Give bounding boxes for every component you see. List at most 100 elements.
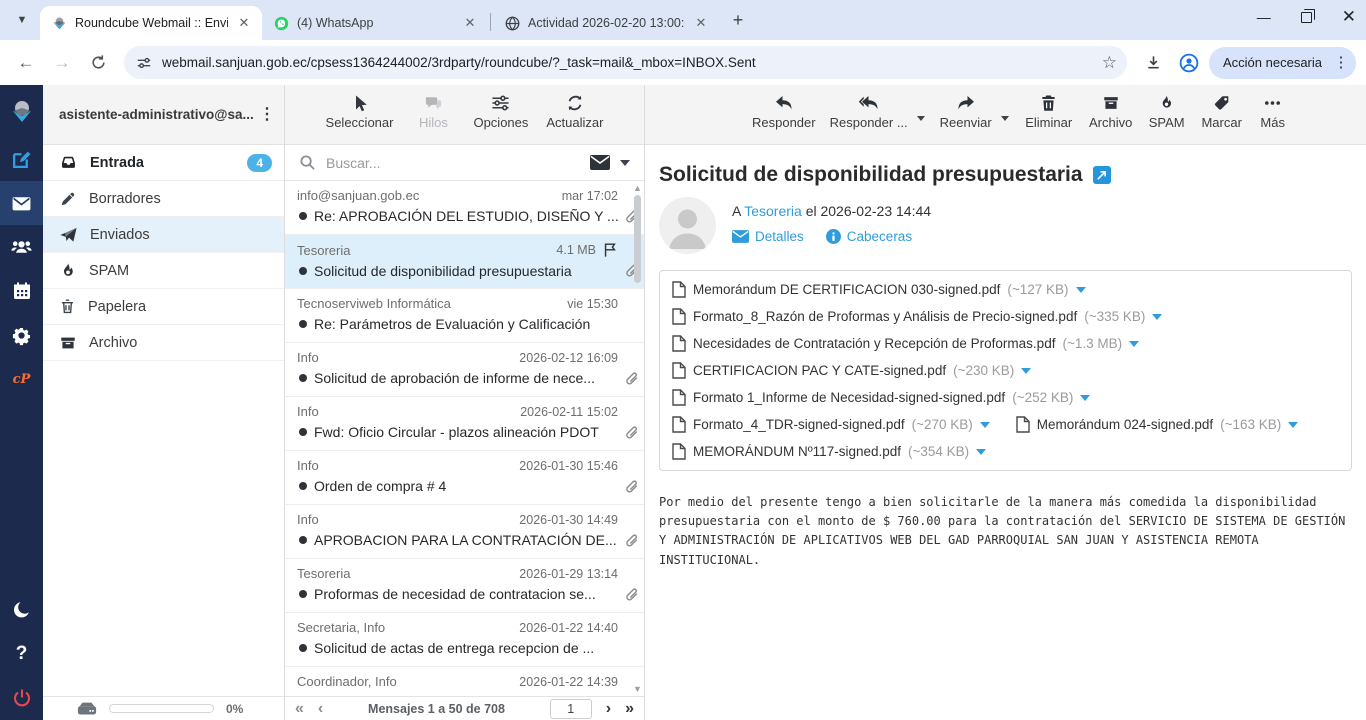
reply-all-dropdown-icon[interactable] bbox=[917, 116, 925, 121]
tab-close-icon[interactable]: ✕ bbox=[462, 15, 478, 31]
open-in-new-window-icon[interactable] bbox=[1093, 166, 1111, 184]
attachment-item[interactable]: Memorándum 024-signed.pdf (~163 KB) bbox=[1016, 416, 1299, 433]
calendar-icon[interactable] bbox=[0, 269, 43, 313]
action-needed-chip[interactable]: Acción necesaria ⋮ bbox=[1209, 47, 1356, 79]
scroll-up-icon[interactable]: ▲ bbox=[633, 183, 642, 193]
address-bar[interactable]: webmail.sanjuan.gob.ec/cpsess1364244002/… bbox=[124, 46, 1127, 79]
select-button[interactable]: Seleccionar bbox=[319, 94, 401, 130]
message-row[interactable]: Tesoreria2026-01-29 13:14 Proformas de n… bbox=[285, 559, 644, 613]
forward-button[interactable]: → bbox=[46, 47, 78, 79]
next-page-icon[interactable]: › bbox=[606, 701, 611, 717]
message-row[interactable]: Tecnoserviweb Informáticavie 15:30 Re: P… bbox=[285, 289, 644, 343]
message-row-selected[interactable]: Tesoreria 4.1 MB Solicitud de disponibil… bbox=[285, 235, 644, 289]
attachment-menu-icon[interactable] bbox=[980, 422, 990, 428]
message-sender: Coordinador, Info bbox=[297, 674, 513, 689]
mail-icon[interactable] bbox=[0, 181, 43, 225]
attachment-menu-icon[interactable] bbox=[1080, 395, 1090, 401]
sender-avatar bbox=[659, 197, 716, 254]
scrollbar-thumb[interactable] bbox=[634, 195, 641, 283]
message-row[interactable]: Secretaria, Info2026-01-22 14:40 Solicit… bbox=[285, 613, 644, 667]
folders-menu-icon[interactable]: ⋮ bbox=[258, 107, 276, 123]
downloads-icon[interactable] bbox=[1137, 47, 1169, 79]
details-label: Detalles bbox=[755, 229, 804, 244]
tab-search-button[interactable]: ▼ bbox=[8, 6, 36, 34]
folder-enviados[interactable]: Enviados bbox=[43, 217, 284, 253]
forward-dropdown-icon[interactable] bbox=[1001, 116, 1009, 121]
close-window-button[interactable]: ✕ bbox=[1342, 7, 1356, 27]
threads-button[interactable]: Hilos bbox=[404, 94, 462, 130]
browser-tab-actividad[interactable]: Actividad 2026-02-20 13:00:00 ✕ bbox=[493, 6, 719, 40]
headers-toggle[interactable]: Cabeceras bbox=[826, 229, 912, 244]
attachment-menu-icon[interactable] bbox=[1129, 341, 1139, 347]
forward-button[interactable]: Reenviar bbox=[933, 94, 999, 130]
compose-icon[interactable] bbox=[0, 137, 43, 181]
message-row[interactable]: info@sanjuan.gob.ecmar 17:02 Re: APROBAC… bbox=[285, 181, 644, 235]
options-button[interactable]: Opciones bbox=[466, 94, 535, 130]
attachment-menu-icon[interactable] bbox=[1152, 314, 1162, 320]
roundcube-logo[interactable] bbox=[0, 85, 43, 137]
search-options-chevron-icon[interactable] bbox=[620, 160, 630, 166]
first-page-icon[interactable]: « bbox=[295, 701, 304, 717]
message-view-panel: Responder Responder ... Reenviar bbox=[645, 85, 1366, 720]
bookmark-star-icon[interactable]: ☆ bbox=[1102, 53, 1117, 73]
details-toggle[interactable]: Detalles bbox=[732, 229, 804, 244]
site-settings-icon[interactable] bbox=[136, 55, 152, 71]
flag-icon[interactable] bbox=[602, 242, 618, 258]
cpanel-icon[interactable]: cP bbox=[0, 357, 43, 401]
refresh-button[interactable]: Actualizar bbox=[539, 94, 610, 130]
recipient-link[interactable]: Tesoreria bbox=[744, 203, 802, 219]
folder-entrada[interactable]: Entrada 4 bbox=[43, 145, 284, 181]
help-icon[interactable]: ? bbox=[0, 632, 43, 676]
attachment-menu-icon[interactable] bbox=[1076, 287, 1086, 293]
message-row[interactable]: Info2026-02-12 16:09 Solicitud de aproba… bbox=[285, 343, 644, 397]
attachment-item[interactable]: Formato_4_TDR-signed-signed.pdf (~270 KB… bbox=[672, 416, 990, 433]
message-row[interactable]: Info2026-01-30 15:46 Orden de compra # 4 bbox=[285, 451, 644, 505]
folder-papelera[interactable]: Papelera bbox=[43, 289, 284, 325]
attachment-item[interactable]: Formato 1_Informe de Necesidad-signed-si… bbox=[672, 389, 1090, 406]
mark-button[interactable]: Marcar bbox=[1193, 94, 1251, 130]
restore-button[interactable] bbox=[1301, 12, 1312, 23]
browser-menu-icon[interactable]: ⋮ bbox=[1332, 55, 1350, 70]
reply-all-button[interactable]: Responder ... bbox=[823, 94, 915, 130]
folder-spam[interactable]: SPAM bbox=[43, 253, 284, 289]
back-button[interactable]: ← bbox=[10, 47, 42, 79]
browser-tab-roundcube[interactable]: Roundcube Webmail :: Enviados ✕ bbox=[40, 6, 262, 40]
minimize-button[interactable]: — bbox=[1257, 9, 1271, 25]
settings-gear-icon[interactable] bbox=[0, 313, 43, 357]
scroll-down-icon[interactable]: ▼ bbox=[633, 684, 642, 694]
reload-button[interactable] bbox=[82, 47, 114, 79]
browser-tab-whatsapp[interactable]: (4) WhatsApp ✕ bbox=[262, 6, 488, 40]
attachment-item[interactable]: Memorándum DE CERTIFICACION 030-signed.p… bbox=[672, 281, 1086, 298]
tab-close-icon[interactable]: ✕ bbox=[236, 15, 252, 31]
reply-button[interactable]: Responder bbox=[745, 94, 823, 130]
last-page-icon[interactable]: » bbox=[625, 701, 634, 717]
new-tab-button[interactable]: + bbox=[725, 7, 751, 33]
attachment-item[interactable]: MEMORÁNDUM Nº117-signed.pdf (~354 KB) bbox=[672, 443, 986, 460]
attachment-menu-icon[interactable] bbox=[1288, 422, 1298, 428]
prev-page-icon[interactable]: ‹ bbox=[318, 701, 323, 717]
attachment-menu-icon[interactable] bbox=[1021, 368, 1031, 374]
logout-power-icon[interactable] bbox=[0, 676, 43, 720]
spam-button[interactable]: SPAM bbox=[1141, 94, 1193, 130]
scope-envelope-icon[interactable] bbox=[590, 155, 610, 170]
attachment-item[interactable]: CERTIFICACION PAC Y CATE-signed.pdf (~23… bbox=[672, 362, 1031, 379]
dark-mode-moon-icon[interactable] bbox=[0, 588, 43, 632]
message-row[interactable]: Coordinador, Info2026-01-22 14:39 bbox=[285, 667, 644, 696]
list-scrollbar[interactable]: ▲ ▼ bbox=[631, 181, 644, 696]
page-number-input[interactable]: 1 bbox=[550, 699, 592, 719]
search-bar[interactable]: Buscar... bbox=[285, 145, 644, 181]
more-button[interactable]: Más bbox=[1251, 94, 1295, 130]
message-row[interactable]: Info2026-02-11 15:02 Fwd: Oficio Circula… bbox=[285, 397, 644, 451]
attachment-item[interactable]: Formato_8_Razón de Proformas y Análisis … bbox=[672, 308, 1162, 325]
attachment-menu-icon[interactable] bbox=[976, 449, 986, 455]
attachment-item[interactable]: Necesidades de Contratación y Recepción … bbox=[672, 335, 1139, 352]
archive-button[interactable]: Archivo bbox=[1081, 94, 1141, 130]
delete-button[interactable]: Eliminar bbox=[1017, 94, 1081, 130]
message-subject: Proformas de necesidad de contratacion s… bbox=[314, 586, 618, 602]
message-row[interactable]: Info2026-01-30 14:49 APROBACION PARA LA … bbox=[285, 505, 644, 559]
contacts-icon[interactable] bbox=[0, 225, 43, 269]
folder-archivo[interactable]: Archivo bbox=[43, 325, 284, 361]
profile-icon[interactable] bbox=[1173, 47, 1205, 79]
folder-borradores[interactable]: Borradores bbox=[43, 181, 284, 217]
tab-close-icon[interactable]: ✕ bbox=[693, 15, 709, 31]
